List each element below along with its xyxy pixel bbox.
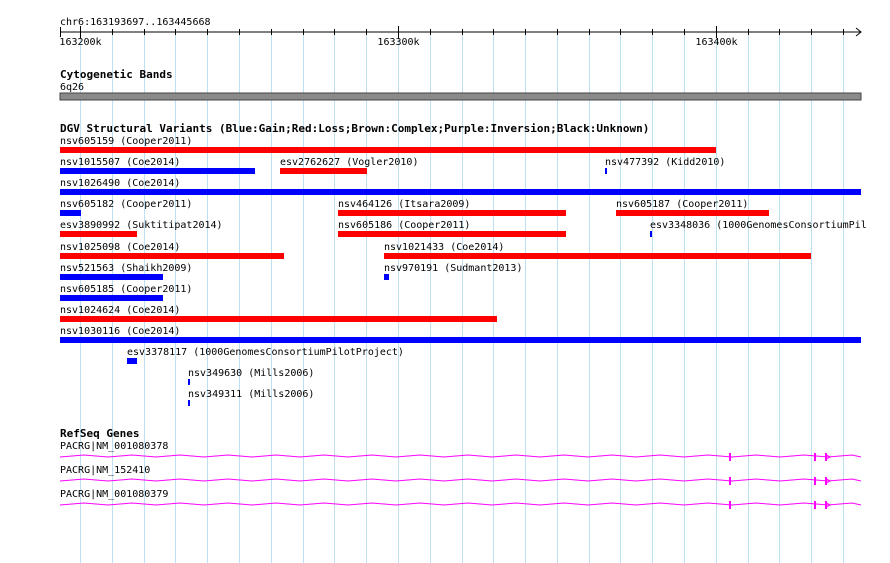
variant-feature[interactable]: esv3348036 (1000GenomesConsortiumPil [650, 220, 867, 237]
variant-bar-gain[interactable] [384, 274, 389, 280]
gene-exon [729, 477, 731, 485]
gene-feature[interactable]: PACRG|NM_001080378 [59, 441, 862, 461]
variant-label[interactable]: nsv1026490 (Coe2014) [60, 178, 180, 189]
gene-exon [814, 477, 816, 485]
variant-feature[interactable]: esv2762627 (Vogler2010) [280, 157, 418, 174]
variant-bar-loss[interactable] [338, 231, 566, 237]
variant-label[interactable]: esv2762627 (Vogler2010) [280, 157, 418, 168]
gene-intron-line [59, 502, 862, 506]
variant-bar-loss[interactable] [280, 168, 367, 174]
gene-exon [729, 453, 731, 461]
variant-bar-loss[interactable] [616, 210, 769, 216]
cytoband-label[interactable]: 6q26 [60, 82, 84, 93]
dgv-variants: nsv605159 (Cooper2011) nsv1015507 (Coe201… [60, 136, 867, 406]
variant-bar-gain[interactable] [605, 168, 607, 174]
cytoband-track-title: Cytogenetic Bands [60, 68, 173, 81]
variant-feature[interactable]: nsv349630 (Mills2006) [188, 368, 314, 385]
variant-feature[interactable]: esv3378117 (1000GenomesConsortiumPilotPr… [127, 347, 404, 364]
variant-feature[interactable]: nsv349311 (Mills2006) [188, 389, 314, 406]
variant-bar-loss[interactable] [60, 253, 284, 259]
variant-label[interactable]: nsv605186 (Cooper2011) [338, 220, 470, 231]
variant-bar-gain[interactable] [60, 274, 163, 280]
refseq-track-title: RefSeq Genes [60, 427, 139, 440]
variant-bar-gain[interactable] [188, 400, 190, 406]
variant-label[interactable]: nsv605159 (Cooper2011) [60, 136, 192, 147]
variant-feature[interactable]: nsv605159 (Cooper2011) [60, 136, 716, 153]
variant-label[interactable]: nsv1015507 (Coe2014) [60, 157, 180, 168]
refseq-genes: PACRG|NM_001080378 PACRG|NM_152410 PACRG|N… [59, 441, 862, 509]
variant-bar-gain[interactable] [60, 337, 861, 343]
variant-feature[interactable]: nsv970191 (Sudmant2013) [384, 263, 522, 280]
dgv-track-title: DGV Structural Variants (Blue:Gain;Red:L… [60, 122, 649, 135]
gene-exon [729, 501, 731, 509]
variant-label[interactable]: nsv1021433 (Coe2014) [384, 242, 504, 253]
variant-feature[interactable]: nsv1025098 (Coe2014) [60, 242, 284, 259]
variant-bar-gain[interactable] [188, 379, 190, 385]
variant-label[interactable]: nsv477392 (Kidd2010) [605, 157, 725, 168]
variant-feature[interactable]: nsv605185 (Cooper2011) [60, 284, 192, 301]
gene-label[interactable]: PACRG|NM_001080378 [60, 441, 168, 452]
gene-feature[interactable]: PACRG|NM_001080379 [59, 489, 862, 509]
variant-feature[interactable]: nsv1024624 (Coe2014) [60, 305, 497, 322]
variant-bar-loss[interactable] [338, 210, 566, 216]
variant-bar-gain[interactable] [650, 231, 652, 237]
gene-label[interactable]: PACRG|NM_001080379 [60, 489, 168, 500]
variant-feature[interactable]: nsv605187 (Cooper2011) [616, 199, 769, 216]
variant-feature[interactable]: nsv605182 (Cooper2011) [60, 199, 192, 216]
variant-label[interactable]: nsv464126 (Itsara2009) [338, 199, 470, 210]
variant-bar-loss[interactable] [384, 253, 811, 259]
variant-bar-gain[interactable] [60, 189, 861, 195]
variant-label[interactable]: nsv605185 (Cooper2011) [60, 284, 192, 295]
variant-feature[interactable]: nsv1015507 (Coe2014) [60, 157, 255, 174]
gene-exon [814, 453, 816, 461]
variant-feature[interactable]: nsv1021433 (Coe2014) [384, 242, 811, 259]
cytoband-bar[interactable] [59, 92, 862, 101]
gene-exon [814, 501, 816, 509]
gene-feature[interactable]: PACRG|NM_152410 [59, 465, 862, 485]
variant-label[interactable]: nsv521563 (Shaikh2009) [60, 263, 192, 274]
variant-bar-loss[interactable] [60, 147, 716, 153]
variant-label[interactable]: esv3348036 (1000GenomesConsortiumPil [650, 220, 867, 231]
ruler-tick-label: 163400k [695, 37, 737, 48]
genome-browser-panel: chr6:163193697..163445668 163200k 163300k… [59, 17, 867, 563]
variant-label[interactable]: nsv349311 (Mills2006) [188, 389, 314, 400]
variant-feature[interactable]: nsv1030116 (Coe2014) [60, 326, 861, 343]
variant-bar-gain[interactable] [60, 295, 163, 301]
gene-label[interactable]: PACRG|NM_152410 [60, 465, 150, 476]
variant-feature[interactable]: nsv605186 (Cooper2011) [338, 220, 566, 237]
variant-label[interactable]: nsv605182 (Cooper2011) [60, 199, 192, 210]
ruler-tick-label: 163300k [377, 37, 419, 48]
variant-bar-gain[interactable] [60, 210, 81, 216]
variant-label[interactable]: nsv970191 (Sudmant2013) [384, 263, 522, 274]
ruler-tick-label: 163200k [59, 37, 101, 48]
gene-intron-line [59, 478, 862, 482]
variant-label[interactable]: nsv349630 (Mills2006) [188, 368, 314, 379]
variant-feature[interactable]: esv3890992 (Suktitipat2014) [60, 220, 223, 237]
variant-label[interactable]: esv3378117 (1000GenomesConsortiumPilotPr… [127, 347, 404, 358]
variant-feature[interactable]: nsv1026490 (Coe2014) [60, 178, 861, 195]
variant-feature[interactable]: nsv521563 (Shaikh2009) [60, 263, 192, 280]
ruler: 163200k 163300k 163400k [59, 26, 862, 48]
variant-label[interactable]: nsv1025098 (Coe2014) [60, 242, 180, 253]
variant-label[interactable]: nsv1024624 (Coe2014) [60, 305, 180, 316]
variant-bar-loss[interactable] [60, 316, 497, 322]
variant-feature[interactable]: nsv464126 (Itsara2009) [338, 199, 566, 216]
variant-bar-gain[interactable] [127, 358, 137, 364]
variant-label[interactable]: nsv605187 (Cooper2011) [616, 199, 748, 210]
variant-label[interactable]: esv3890992 (Suktitipat2014) [60, 220, 223, 231]
variant-label[interactable]: nsv1030116 (Coe2014) [60, 326, 180, 337]
coordinate-range: chr6:163193697..163445668 [60, 17, 211, 28]
variant-bar-loss[interactable] [60, 231, 137, 237]
gene-intron-line [59, 454, 862, 458]
variant-feature[interactable]: nsv477392 (Kidd2010) [605, 157, 725, 174]
variant-bar-gain[interactable] [60, 168, 255, 174]
